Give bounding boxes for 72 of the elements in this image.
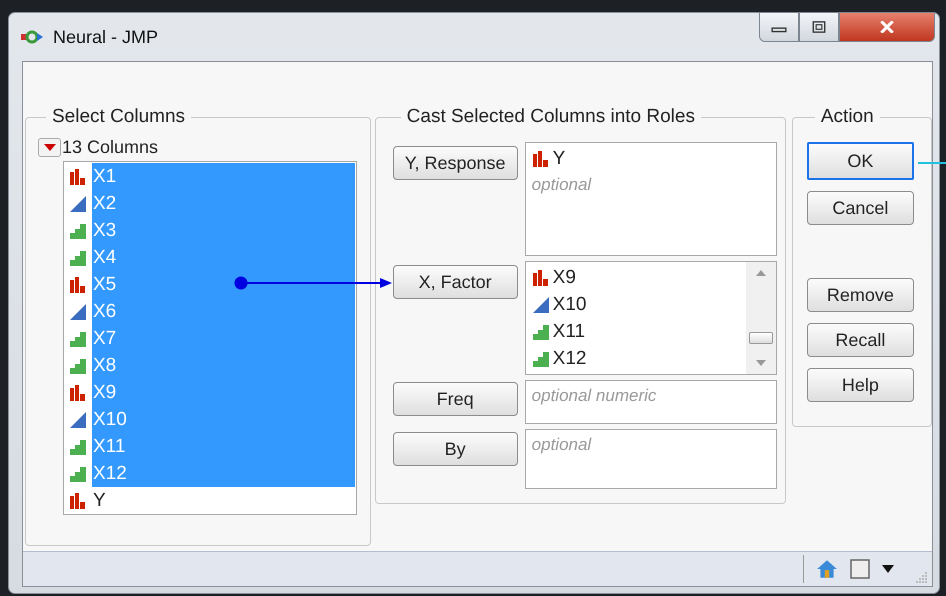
leader-line — [918, 162, 946, 164]
panel-title: Action — [820, 106, 875, 128]
column-item[interactable]: X1 — [92, 163, 355, 190]
role-column: X9 — [552, 266, 576, 288]
bar-chart-icon — [69, 168, 87, 184]
role-column: X12 — [552, 348, 586, 370]
action-button[interactable]: Remove — [806, 278, 914, 312]
steps-icon — [532, 324, 550, 340]
triangle-icon — [69, 196, 87, 212]
steps-icon — [532, 350, 550, 366]
column-item[interactable]: X12 — [92, 460, 355, 487]
role-button[interactable]: Freq — [392, 382, 518, 416]
bar-chart-icon — [69, 276, 87, 292]
placeholder-text: optional — [532, 435, 592, 455]
role-button[interactable]: X, Factor — [392, 265, 518, 299]
panel-title: Cast Selected Columns into Roles — [406, 106, 696, 128]
triangle-icon — [532, 296, 550, 312]
maximize-icon — [811, 21, 827, 33]
home-icon[interactable] — [816, 558, 838, 580]
scrollbar[interactable] — [746, 262, 776, 374]
placeholder-text: optional — [532, 175, 592, 195]
caret-icon — [44, 144, 56, 150]
role-button[interactable]: By — [392, 432, 518, 466]
close-button[interactable] — [839, 12, 935, 42]
column-count: 13 Columns — [62, 136, 158, 158]
panel-title: Select Columns — [51, 106, 186, 128]
column-item[interactable]: X8 — [92, 352, 355, 379]
steps-icon — [69, 222, 87, 238]
dropdown-button[interactable] — [38, 138, 61, 156]
close-icon — [879, 21, 895, 33]
column-item[interactable]: X5 — [92, 271, 355, 298]
action-button[interactable]: Help — [806, 368, 914, 402]
role-button[interactable]: Y, Response — [392, 146, 518, 180]
triangle-icon — [69, 412, 87, 428]
role-column: Y — [552, 148, 566, 170]
steps-icon — [69, 438, 87, 454]
window-icon[interactable] — [850, 559, 870, 579]
bar-chart-icon — [532, 270, 550, 286]
role-column: X10 — [552, 294, 586, 316]
column-item[interactable]: X6 — [92, 298, 355, 325]
role-list[interactable]: optional — [524, 429, 777, 489]
column-item[interactable]: X10 — [92, 406, 355, 433]
maximize-button[interactable] — [799, 12, 839, 42]
triangle-icon — [69, 304, 87, 320]
role-list[interactable]: Y optional — [524, 142, 777, 256]
role-list[interactable]: optional numeric — [524, 380, 777, 424]
column-item[interactable]: X3 — [92, 217, 355, 244]
column-item[interactable]: X2 — [92, 190, 355, 217]
dropdown-arrow-icon[interactable] — [882, 565, 894, 573]
action-button[interactable]: Cancel — [806, 191, 914, 225]
window-title: Neural - JMP — [53, 26, 158, 48]
scroll-thumb[interactable] — [748, 332, 773, 344]
column-item[interactable]: X4 — [92, 244, 355, 271]
role-column: X11 — [552, 320, 586, 342]
role-list[interactable]: X9 X10 X11 X12 — [524, 261, 777, 375]
steps-icon — [69, 358, 87, 374]
steps-icon — [69, 466, 87, 482]
placeholder-text: optional numeric — [532, 386, 658, 406]
column-item[interactable]: X11 — [92, 433, 355, 460]
action-button[interactable]: OK — [806, 142, 914, 180]
column-item[interactable]: X7 — [92, 325, 355, 352]
column-item[interactable]: Y — [92, 487, 355, 514]
resize-grip-icon[interactable] — [916, 571, 928, 583]
bar-chart-icon — [69, 492, 87, 508]
minimize-button[interactable] — [759, 12, 799, 42]
app-icon — [21, 28, 43, 46]
steps-icon — [69, 250, 87, 266]
steps-icon — [69, 330, 87, 346]
bar-chart-icon — [69, 384, 87, 400]
action-button[interactable]: Recall — [806, 323, 914, 357]
column-item[interactable]: X9 — [92, 379, 355, 406]
bar-chart-icon — [532, 150, 550, 166]
